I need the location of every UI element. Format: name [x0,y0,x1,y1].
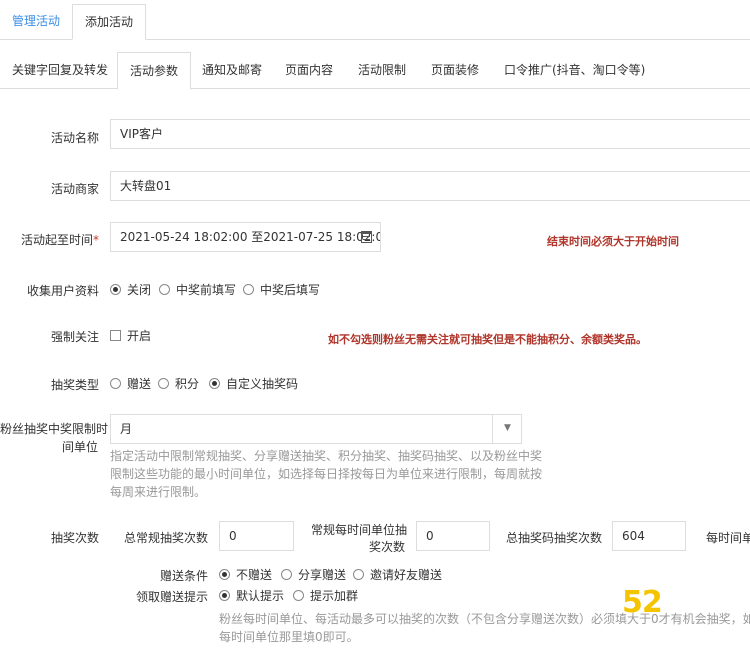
limit-unit-label-line1: 粉丝抽奖中奖限制时 [0,422,109,436]
activity-name-label: 活动名称 [50,131,99,145]
radio-icon[interactable] [243,284,254,295]
lottery-type-gift-label: 赠送 [127,377,152,391]
receive-prompt-label: 领取赠送提示 [135,590,208,604]
required-mark: * [93,233,99,247]
force-follow-checkbox[interactable]: 开启 [110,328,151,344]
lottery-count-help: 粉丝每时间单位、每活动最多可以抽奖的次数（不包含分享赠送次数）必须填大于0才有机… [219,610,750,646]
radio-icon[interactable] [209,378,220,389]
gift-option-share-label: 分享赠送 [298,568,347,582]
tab-page-content[interactable]: 页面内容 [273,52,345,89]
code-count-label: 总抽奖码抽奖次数 [505,531,602,545]
limit-unit-value: 月 [120,422,133,436]
receive-option-default-label: 默认提示 [236,589,285,603]
watermark-logo: 52 [622,585,663,620]
gift-option-none[interactable]: 不赠送 [219,567,272,583]
per-unit-count-input[interactable]: 0 [416,521,490,551]
force-follow-label: 强制关注 [50,330,99,344]
lottery-type-gift[interactable]: 赠送 [110,376,151,392]
tab-password-promo[interactable]: 口令推广(抖音、淘口令等) [492,52,657,89]
radio-icon[interactable] [219,569,230,580]
activity-name-input[interactable]: VIP客户 [110,119,750,149]
radio-icon[interactable] [159,284,170,295]
per-unit-count-label-line1: 常规每时间单位抽 [310,523,407,537]
limit-unit-label: 粉丝抽奖中奖限制时 间单位 [0,420,109,456]
receive-option-group[interactable]: 提示加群 [293,588,358,604]
calendar-icon[interactable] [361,231,372,243]
time-warning: 结束时间必须大于开始时间 [547,235,679,248]
per-unit-count-label-line2: 奖次数 [368,540,405,554]
total-count-input[interactable]: 0 [219,521,294,551]
gift-condition-label: 赠送条件 [159,569,208,583]
merchant-input[interactable]: 大转盘01 [110,171,750,201]
limit-unit-select[interactable]: 月 [110,414,522,444]
time-range-value: 2021-05-24 18:02:00 至2021-07-25 18:02:00 [120,230,381,244]
collect-option-after-label: 中奖后填写 [260,283,321,297]
tab-page-decor[interactable]: 页面装修 [419,52,491,89]
tab-notify-mail[interactable]: 通知及邮寄 [190,52,274,89]
collect-option-off-label: 关闭 [127,283,152,297]
radio-icon[interactable] [158,378,169,389]
time-range-label-text: 活动起至时间 [20,233,93,247]
radio-icon[interactable] [353,569,364,580]
collect-option-after[interactable]: 中奖后填写 [243,282,320,298]
tab-activity-params[interactable]: 活动参数 [117,52,192,90]
radio-icon[interactable] [293,590,304,601]
limit-unit-help: 指定活动中限制常规抽奖、分享赠送抽奖、积分抽奖、抽奖码抽奖、以及粉丝中奖 限制这… [110,447,542,501]
lottery-type-label: 抽奖类型 [50,378,99,392]
top-tab-bar: 管理活动 添加活动 [0,0,750,40]
tab-activity-limits[interactable]: 活动限制 [346,52,418,89]
sub-tab-bar: 关键字回复及转发 活动参数 通知及邮寄 页面内容 活动限制 页面装修 口令推广(… [0,52,750,90]
per-unit-count-label: 常规每时间单位抽 奖次数 [300,522,407,556]
tab-manage-activity[interactable]: 管理活动 [0,4,72,40]
collect-option-off[interactable]: 关闭 [110,282,151,298]
lottery-type-custom-code-label: 自定义抽奖码 [226,377,299,391]
radio-icon[interactable] [110,378,121,389]
follow-warning: 如不勾选则粉丝无需关注就可抽奖但是不能抽积分、余额类奖品。 [328,333,647,346]
lottery-count-help-line1: 粉丝每时间单位、每活动最多可以抽奖的次数（不包含分享赠送次数）必须填大于0才有机… [219,612,750,626]
time-range-input[interactable]: 2021-05-24 18:02:00 至2021-07-25 18:02:00 [110,222,381,252]
force-follow-option-label: 开启 [127,329,152,343]
gift-option-share[interactable]: 分享赠送 [281,567,346,583]
limit-unit-label-line2: 间单位 [61,440,98,454]
tab-add-activity[interactable]: 添加活动 [72,4,147,40]
total-count-label: 总常规抽奖次数 [123,531,208,545]
lottery-type-points[interactable]: 积分 [158,376,199,392]
collect-info-label: 收集用户资料 [26,284,99,298]
limit-unit-help-line3: 每周来进行限制。 [110,485,207,499]
lottery-type-points-label: 积分 [175,377,200,391]
gift-option-none-label: 不赠送 [236,568,273,582]
time-range-label: 活动起至时间* [0,231,99,248]
lottery-type-custom-code[interactable]: 自定义抽奖码 [209,376,298,392]
tab-keyword-reply[interactable]: 关键字回复及转发 [0,52,120,89]
gift-option-invite-label: 邀请好友赠送 [370,568,443,582]
per-unit-label-partial: 每时间单 [706,531,750,545]
limit-unit-help-line1: 指定活动中限制常规抽奖、分享赠送抽奖、积分抽奖、抽奖码抽奖、以及粉丝中奖 [110,449,543,463]
radio-icon[interactable] [281,569,292,580]
lottery-count-help-line2: 每时间单位那里填0即可。 [219,630,359,644]
checkbox-icon[interactable] [110,330,121,341]
collect-option-before-label: 中奖前填写 [176,283,237,297]
collect-option-before[interactable]: 中奖前填写 [159,282,236,298]
radio-icon[interactable] [110,284,121,295]
merchant-label: 活动商家 [50,182,99,196]
lottery-count-label: 抽奖次数 [50,531,99,545]
receive-option-group-label: 提示加群 [310,589,359,603]
gift-option-invite[interactable]: 邀请好友赠送 [353,567,442,583]
code-count-input[interactable]: 604 [612,521,686,551]
chevron-down-icon[interactable]: ▼ [492,414,522,444]
limit-unit-help-line2: 限制这些功能的最小时间单位，如选择每日择按每日为单位来进行限制，每周就按 [110,467,543,481]
receive-option-default[interactable]: 默认提示 [219,588,284,604]
radio-icon[interactable] [219,590,230,601]
